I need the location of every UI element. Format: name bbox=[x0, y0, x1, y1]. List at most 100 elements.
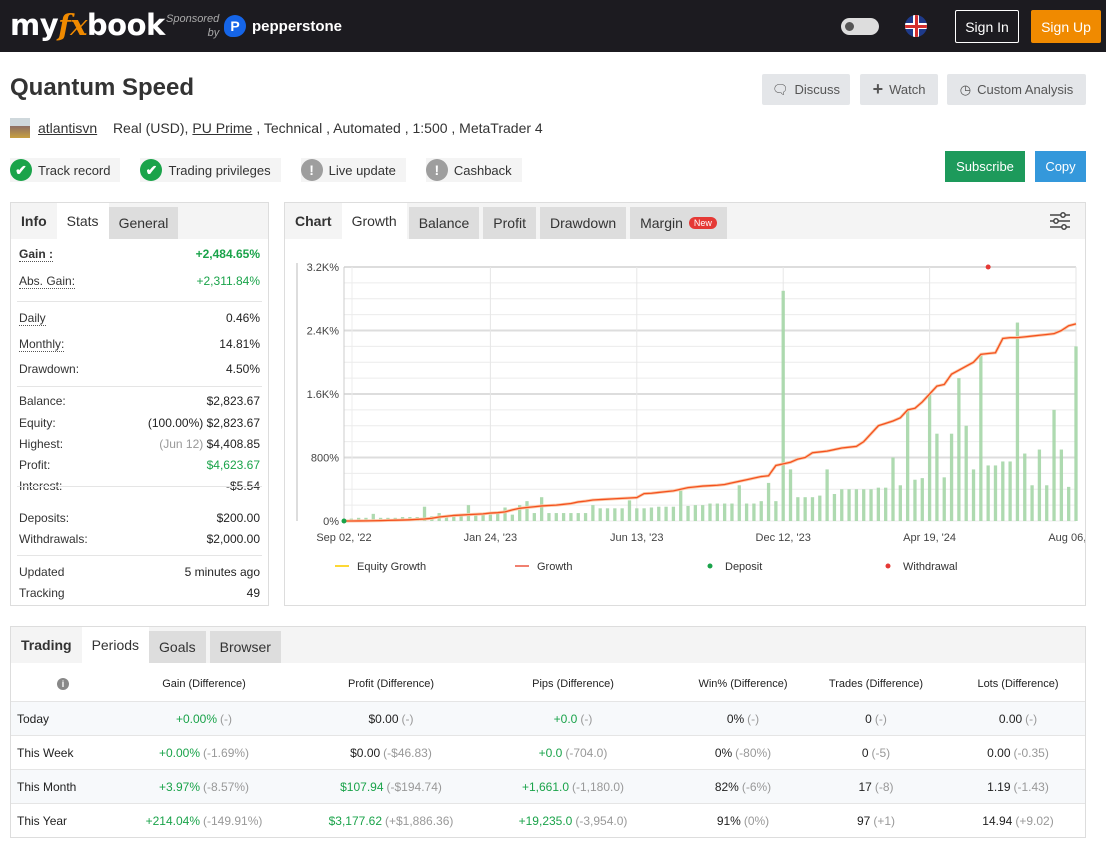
avatar[interactable] bbox=[10, 118, 30, 138]
cell-value: +214.04% bbox=[145, 814, 201, 828]
stat-value: $2,823.67 bbox=[207, 394, 260, 408]
broker-link[interactable]: PU Prime bbox=[192, 120, 252, 136]
x-tick-label: Apr 19, '24 bbox=[903, 532, 956, 544]
stat-note: (100.00%) bbox=[147, 416, 204, 430]
subscribe-button[interactable]: Subscribe bbox=[945, 151, 1025, 182]
legend-item[interactable]: Equity Growth bbox=[335, 561, 426, 573]
cell-difference: (-1,180.0) bbox=[572, 780, 625, 794]
stat-number: 0.46% bbox=[225, 311, 260, 325]
chart-panel: Chart Growth Balance Profit Drawdown Mar… bbox=[284, 202, 1086, 606]
deposit-marker[interactable] bbox=[341, 518, 347, 524]
badge-track-record[interactable]: ✔ Track record bbox=[10, 158, 121, 182]
badge-trading-privileges[interactable]: ✔ Trading privileges bbox=[140, 158, 281, 182]
table-cell: $107.94 (-$194.74) bbox=[340, 770, 442, 804]
row-label: This Year bbox=[17, 814, 68, 828]
volume-bar bbox=[481, 514, 485, 521]
volume-bar bbox=[781, 290, 785, 521]
stat-value: $200.00 bbox=[217, 511, 260, 525]
volume-bar bbox=[466, 505, 471, 521]
logo-text: fx bbox=[58, 8, 87, 42]
stat-label[interactable]: Gain : bbox=[19, 247, 54, 262]
volume-bar bbox=[759, 501, 763, 521]
tab-info[interactable]: Info bbox=[11, 203, 57, 239]
withdrawal-marker[interactable] bbox=[985, 264, 991, 270]
volume-bar bbox=[744, 503, 749, 521]
sign-up-button[interactable]: Sign Up bbox=[1031, 10, 1101, 43]
tab-margin[interactable]: Margin New bbox=[630, 207, 727, 239]
tab-balance[interactable]: Balance bbox=[408, 207, 480, 239]
theme-toggle[interactable] bbox=[841, 18, 879, 35]
stat-label: Withdrawals: bbox=[19, 532, 88, 546]
legend-item[interactable]: Withdrawal bbox=[885, 561, 958, 573]
cell-difference: (-6%) bbox=[741, 780, 772, 794]
periods-panel: Trading Periods Goals Browser i Gain (Dif… bbox=[10, 626, 1086, 838]
user-link[interactable]: atlantisvn bbox=[38, 120, 97, 136]
volume-bar bbox=[854, 489, 859, 521]
volume-bar bbox=[788, 469, 793, 521]
tab-chart[interactable]: Chart bbox=[285, 203, 342, 239]
volume-bar bbox=[935, 433, 939, 521]
volume-bar bbox=[862, 489, 866, 521]
volume-bar bbox=[818, 495, 822, 521]
stat-label[interactable]: Abs. Gain: bbox=[19, 274, 76, 289]
comment-icon: 🗨 bbox=[771, 81, 789, 97]
cell-value: +1,661.0 bbox=[521, 780, 570, 794]
cell-difference: (-) bbox=[401, 712, 414, 726]
cell-value: 0.00 bbox=[998, 712, 1023, 726]
stat-label[interactable]: Daily bbox=[19, 311, 46, 326]
volume-bar bbox=[701, 505, 705, 521]
tab-trading[interactable]: Trading bbox=[11, 627, 82, 663]
legend-item[interactable]: Growth bbox=[515, 561, 572, 573]
logo-text: book bbox=[86, 8, 165, 42]
tab-drawdown[interactable]: Drawdown bbox=[539, 207, 627, 239]
column-header: Win% (Difference) bbox=[698, 678, 788, 690]
tab-periods[interactable]: Periods bbox=[81, 627, 150, 663]
y-tick-label: 0% bbox=[323, 516, 339, 528]
sign-in-button[interactable]: Sign In bbox=[955, 10, 1019, 43]
volume-bar bbox=[810, 497, 815, 521]
discuss-button[interactable]: 🗨 Discuss bbox=[762, 74, 850, 105]
sponsor-logo[interactable]: Ppepperstone bbox=[224, 15, 342, 37]
cell-difference: (-704.0) bbox=[565, 746, 608, 760]
stat-value: (Jun 12) $4,408.85 bbox=[159, 437, 260, 451]
sliders-icon[interactable] bbox=[1049, 212, 1073, 239]
watch-button[interactable]: + Watch bbox=[860, 74, 938, 105]
badge-live-update[interactable]: ! Live update bbox=[300, 158, 406, 182]
tab-profit[interactable]: Profit bbox=[483, 207, 536, 239]
uk-flag-icon[interactable] bbox=[905, 15, 927, 37]
stat-value: +2,311.84% bbox=[197, 274, 261, 289]
custom-analysis-button[interactable]: ◷ Custom Analysis bbox=[947, 74, 1086, 105]
volume-bar bbox=[993, 465, 998, 521]
legend-label: Withdrawal bbox=[903, 561, 957, 573]
volume-bar bbox=[766, 482, 771, 521]
legend-item[interactable]: Deposit bbox=[707, 561, 763, 573]
cell-difference: (-80%) bbox=[735, 746, 772, 760]
divider bbox=[17, 301, 262, 302]
stat-value: 0.46% bbox=[226, 311, 260, 326]
y-tick-label: 1.6K% bbox=[307, 389, 340, 401]
table-cell: +0.0 (-704.0) bbox=[539, 736, 608, 770]
tab-goals[interactable]: Goals bbox=[149, 631, 206, 663]
tab-growth[interactable]: Growth bbox=[341, 203, 407, 239]
tab-stats[interactable]: Stats bbox=[56, 203, 109, 239]
cell-value: 17 bbox=[858, 780, 872, 794]
volume-bar bbox=[525, 501, 529, 521]
volume-bar bbox=[532, 513, 536, 521]
stat-profit: Profit: $4,623.67 bbox=[19, 458, 260, 472]
volume-bar bbox=[583, 513, 588, 521]
cell-difference: (-) bbox=[747, 712, 760, 726]
tab-general[interactable]: General bbox=[108, 207, 179, 239]
badge-cashback[interactable]: ! Cashback bbox=[425, 158, 522, 182]
growth-chart[interactable]: Sep 02, '22 Jan 24, '23 Jun 13, '23 Dec 12,… bbox=[285, 203, 1085, 605]
stat-label[interactable]: Monthly: bbox=[19, 337, 65, 352]
table-cell: +214.04% (-149.91%) bbox=[146, 804, 263, 838]
copy-button[interactable]: Copy bbox=[1035, 151, 1086, 182]
info-icon[interactable]: i bbox=[57, 667, 69, 701]
tab-browser[interactable]: Browser bbox=[209, 631, 281, 663]
legend-label: Equity Growth bbox=[357, 561, 426, 573]
button-label: Watch bbox=[889, 82, 926, 97]
volume-bar bbox=[598, 508, 602, 521]
cell-value: +0.0 bbox=[553, 712, 578, 726]
myfxbook-logo[interactable]: myfxbook bbox=[10, 8, 165, 42]
table-cell: $0.00 (-) bbox=[368, 702, 413, 736]
